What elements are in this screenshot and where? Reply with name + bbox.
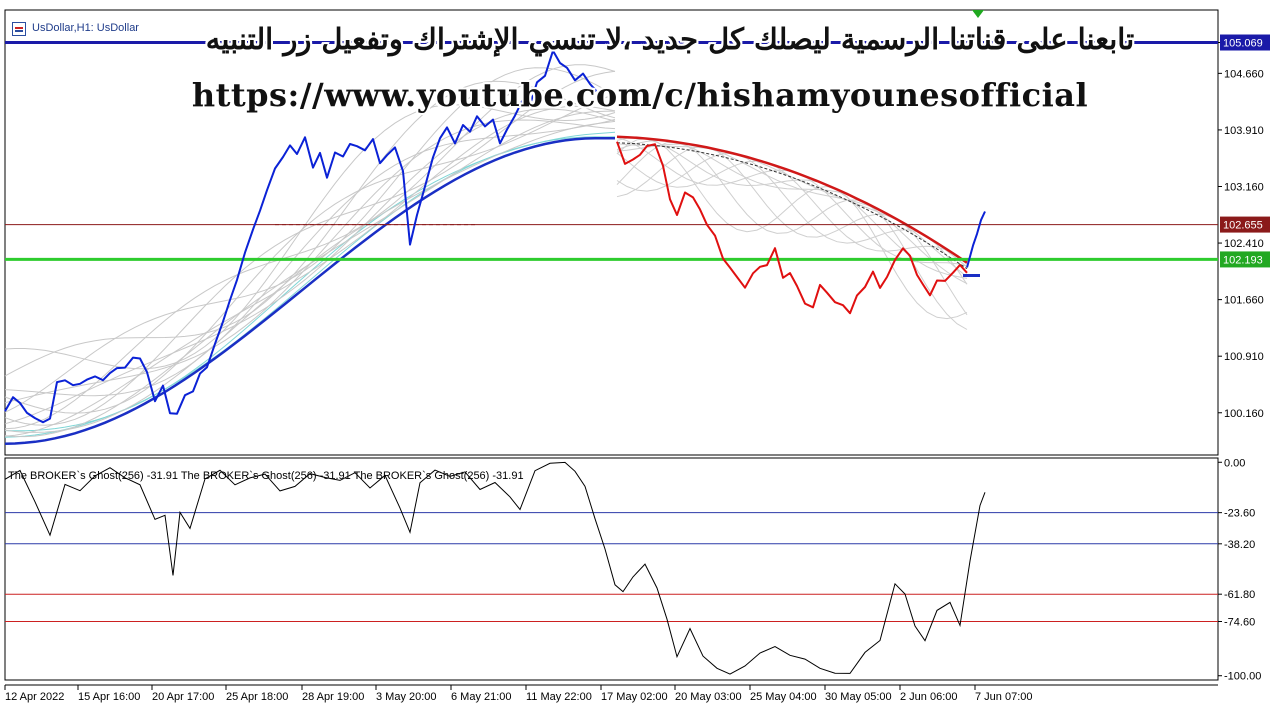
y-tick-label: 103.910 (1224, 125, 1264, 137)
x-tick-label: 20 May 03:00 (675, 691, 742, 703)
x-tick-label: 30 May 05:00 (825, 691, 892, 703)
x-tick-label: 2 Jun 06:00 (900, 691, 958, 703)
indicator-tick-label: 0.00 (1224, 457, 1245, 469)
x-tick-label: 12 Apr 2022 (5, 691, 64, 703)
x-tick-label: 3 May 20:00 (376, 691, 437, 703)
y-tick-label: 102.410 (1224, 238, 1264, 250)
x-tick-label: 28 Apr 19:00 (302, 691, 364, 703)
x-tick-label: 17 May 02:00 (601, 691, 668, 703)
channel-url-text: https://www.youtube.com/c/hishamyounesof… (191, 76, 1089, 114)
y-tick-label: 100.910 (1224, 351, 1264, 363)
y-tick-label: 100.160 (1224, 408, 1264, 420)
indicator-panel-frame (4, 457, 1219, 681)
indicator-tick-label: -23.60 (1224, 508, 1255, 520)
indicator-tick-label: -38.20 (1224, 539, 1255, 551)
indicator-tick-label: -74.60 (1224, 617, 1255, 629)
y-tick-label: 103.160 (1224, 181, 1264, 193)
channel-promo-text: تابعنا على قناتنا الرسمية ليصلك كل جديد … (205, 22, 1135, 56)
indicator-tick-label: -100.00 (1224, 671, 1261, 683)
price-badge-label: 102.655 (1223, 220, 1263, 232)
y-tick-label: 101.660 (1224, 295, 1264, 307)
x-tick-label: 25 May 04:00 (750, 691, 817, 703)
x-tick-label: 11 May 22:00 (526, 691, 592, 703)
x-tick-label: 7 Jun 07:00 (975, 691, 1033, 703)
indicator-name-label: The BROKER`s Ghost(256) -31.91 The BROKE… (8, 470, 524, 482)
x-tick-label: 20 Apr 17:00 (152, 691, 214, 703)
price-badge-label: 102.193 (1223, 254, 1263, 266)
x-tick-label: 15 Apr 16:00 (78, 691, 140, 703)
x-tick-label: 6 May 21:00 (451, 691, 512, 703)
indicator-tick-label: -61.80 (1224, 589, 1255, 601)
x-tick-label: 25 Apr 18:00 (226, 691, 288, 703)
